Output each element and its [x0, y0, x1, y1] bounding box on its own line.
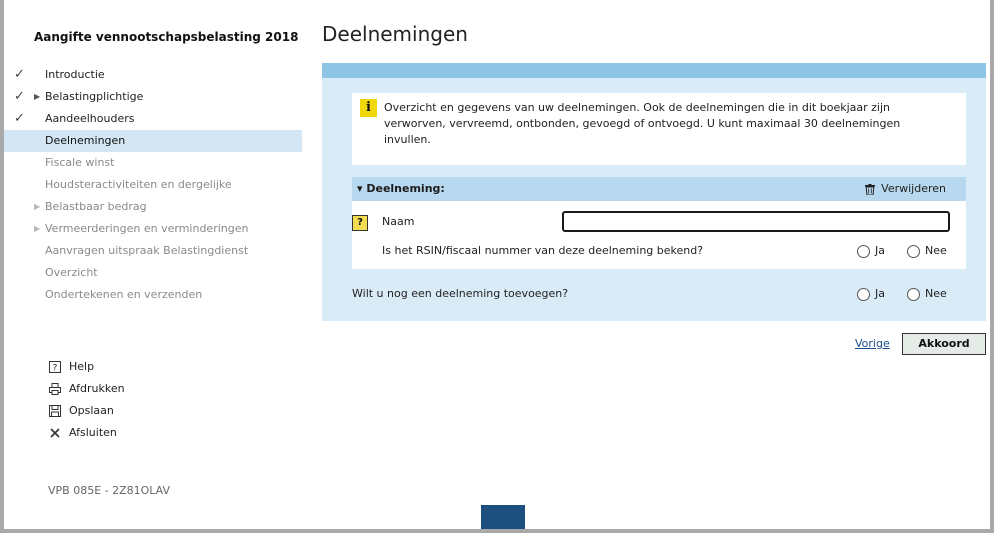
sidebar-item-label: Introductie — [45, 68, 105, 81]
info-text: Overzicht en gegevens van uw deelneminge… — [384, 101, 901, 146]
rsin-no-radio[interactable]: Nee — [907, 243, 947, 259]
checkmark-icon: ✓ — [14, 67, 25, 82]
add-no-radio[interactable]: Nee — [907, 286, 947, 302]
checkmark-icon: ✓ — [14, 111, 25, 126]
radio-label: Nee — [925, 287, 947, 300]
sidebar-item-label: Aandeelhouders — [45, 112, 135, 125]
caret-right-icon[interactable]: ▶ — [34, 196, 40, 218]
rsin-question: Is het RSIN/fiscaal nummer van deze deel… — [382, 244, 704, 257]
sidebar-item-vermeerderingen[interactable]: ▶ Vermeerderingen en verminderingen — [4, 218, 302, 240]
version-code: VPB 085E - 2Z81OLAV — [48, 484, 171, 497]
add-yes-radio[interactable]: Ja — [857, 286, 885, 302]
checkmark-icon: ✓ — [14, 89, 25, 104]
radio-label: Ja — [875, 244, 885, 257]
close-icon — [50, 428, 60, 438]
sidebar-item-label: Fiscale winst — [45, 156, 115, 169]
panel-header-bar — [322, 63, 986, 78]
caret-right-icon[interactable]: ▶ — [34, 218, 40, 240]
previous-link[interactable]: Vorige — [855, 337, 890, 350]
form-panel: i Overzicht en gegevens van uw deelnemin… — [322, 63, 986, 321]
add-deelneming-question: Wilt u nog een deelneming toevoegen? — [352, 287, 569, 300]
sidebar-item-label: Overzicht — [45, 266, 98, 279]
tools-menu: ? Help Afdrukken Opslaan Afsluiten — [49, 356, 125, 444]
save-icon — [49, 405, 61, 417]
name-input[interactable] — [562, 211, 950, 232]
sidebar-item-fiscale-winst[interactable]: Fiscale winst — [4, 152, 302, 174]
delete-label: Verwijderen — [881, 182, 946, 195]
sidebar-nav: ✓ Introductie ✓ ▶ Belastingplichtige ✓ A… — [4, 64, 302, 306]
accept-button[interactable]: Akkoord — [902, 333, 986, 355]
svg-text:?: ? — [53, 364, 58, 374]
sidebar-item-label: Houdsteractiviteiten en dergelijke — [45, 178, 232, 191]
sidebar-item-aanvragen-uitspraak[interactable]: Aanvragen uitspraak Belastingdienst — [4, 240, 302, 262]
page-title: Deelnemingen — [322, 22, 468, 46]
caret-right-icon[interactable]: ▶ — [34, 86, 40, 108]
radio-circle — [857, 245, 870, 258]
deelneming-section-header: ▾ Deelneming: Verwijderen — [352, 177, 966, 201]
sidebar-item-label: Vermeerderingen en verminderingen — [45, 222, 249, 235]
sidebar-item-aandeelhouders[interactable]: ✓ Aandeelhouders — [4, 108, 302, 130]
sidebar-item-label: Belastingplichtige — [45, 90, 144, 103]
radio-circle — [857, 288, 870, 301]
deelneming-section-body: ? Naam Is het RSIN/fiscaal nummer van de… — [352, 201, 966, 269]
info-box: i Overzicht en gegevens van uw deelnemin… — [352, 93, 966, 165]
close-link[interactable]: Afsluiten — [49, 422, 125, 444]
trash-icon — [865, 183, 876, 195]
radio-circle — [907, 288, 920, 301]
sidebar-item-label: Ondertekenen en verzenden — [45, 288, 203, 301]
help-question-icon[interactable]: ? — [352, 215, 368, 231]
save-label: Opslaan — [69, 404, 114, 417]
sidebar-item-belastingplichtige[interactable]: ✓ ▶ Belastingplichtige — [4, 86, 302, 108]
help-link[interactable]: ? Help — [49, 356, 125, 378]
application-window: Aangifte vennootschapsbelasting 2018 ✓ I… — [0, 0, 994, 533]
sidebar: Aangifte vennootschapsbelasting 2018 ✓ I… — [4, 0, 302, 529]
sidebar-item-deelnemingen[interactable]: Deelnemingen — [4, 130, 302, 152]
close-label: Afsluiten — [69, 426, 117, 439]
save-link[interactable]: Opslaan — [49, 400, 125, 422]
sidebar-item-label: Aanvragen uitspraak Belastingdienst — [45, 244, 249, 257]
deelneming-collapse-toggle[interactable]: ▾ Deelneming: — [357, 177, 445, 201]
sidebar-item-ondertekenen[interactable]: Ondertekenen en verzenden — [4, 284, 302, 306]
delete-button[interactable]: Verwijderen — [865, 177, 946, 201]
sidebar-item-label: Belastbaar bedrag — [45, 200, 147, 213]
info-icon: i — [360, 99, 377, 117]
app-title: Aangifte vennootschapsbelasting 2018 — [34, 30, 299, 44]
bottom-tab — [481, 505, 525, 529]
name-label: Naam — [382, 215, 415, 228]
sidebar-item-overzicht[interactable]: Overzicht — [4, 262, 302, 284]
sidebar-item-introductie[interactable]: ✓ Introductie — [4, 64, 302, 86]
sidebar-item-belastbaar-bedrag[interactable]: ▶ Belastbaar bedrag — [4, 196, 302, 218]
help-icon: ? — [49, 361, 61, 373]
radio-circle — [907, 245, 920, 258]
radio-label: Ja — [875, 287, 885, 300]
printer-icon — [49, 383, 61, 395]
help-label: Help — [69, 360, 95, 373]
rsin-yes-radio[interactable]: Ja — [857, 243, 885, 259]
print-link[interactable]: Afdrukken — [49, 378, 125, 400]
sidebar-item-label: Deelnemingen — [45, 134, 126, 147]
radio-label: Nee — [925, 244, 947, 257]
sidebar-item-houdsteractiviteiten[interactable]: Houdsteractiviteiten en dergelijke — [4, 174, 302, 196]
print-label: Afdrukken — [69, 382, 125, 395]
